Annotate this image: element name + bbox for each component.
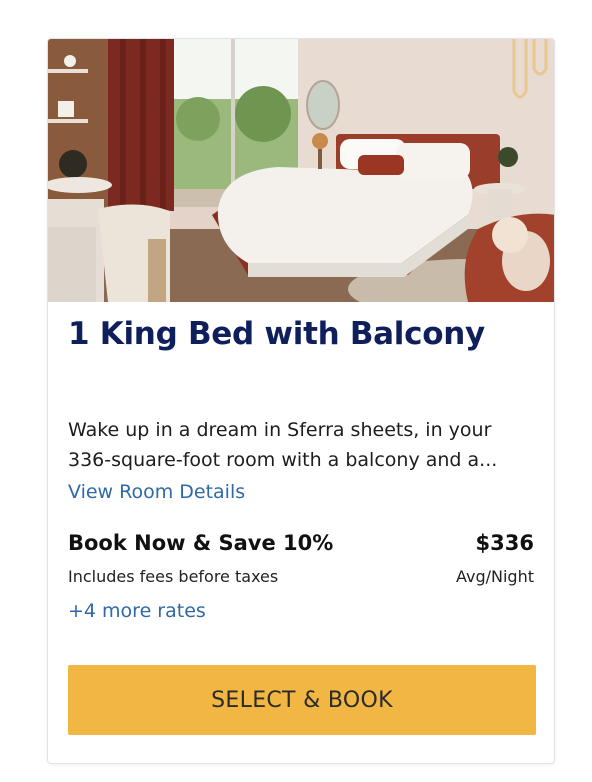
room-photo[interactable] — [48, 39, 554, 302]
more-rates-link[interactable]: +4 more rates — [68, 600, 206, 622]
select-book-button[interactable]: SELECT & BOOK — [68, 665, 536, 735]
room-card: 1 King Bed with Balcony Wake up in a dre… — [47, 38, 555, 764]
room-title: 1 King Bed with Balcony — [68, 316, 485, 352]
rate-name: Book Now & Save 10% — [68, 531, 334, 555]
room-description-line: 336-square-foot room with a balcony and … — [68, 449, 498, 471]
room-description-line: Wake up in a dream in Sferra sheets, in … — [68, 419, 492, 441]
rate-price-unit: Avg/Night — [455, 567, 534, 586]
room-description: Wake up in a dream in Sferra sheets, in … — [68, 415, 534, 475]
view-room-details-link[interactable]: View Room Details — [68, 481, 245, 503]
rate-fees-note: Includes fees before taxes — [68, 567, 279, 586]
rate-price: $336 — [475, 531, 534, 555]
